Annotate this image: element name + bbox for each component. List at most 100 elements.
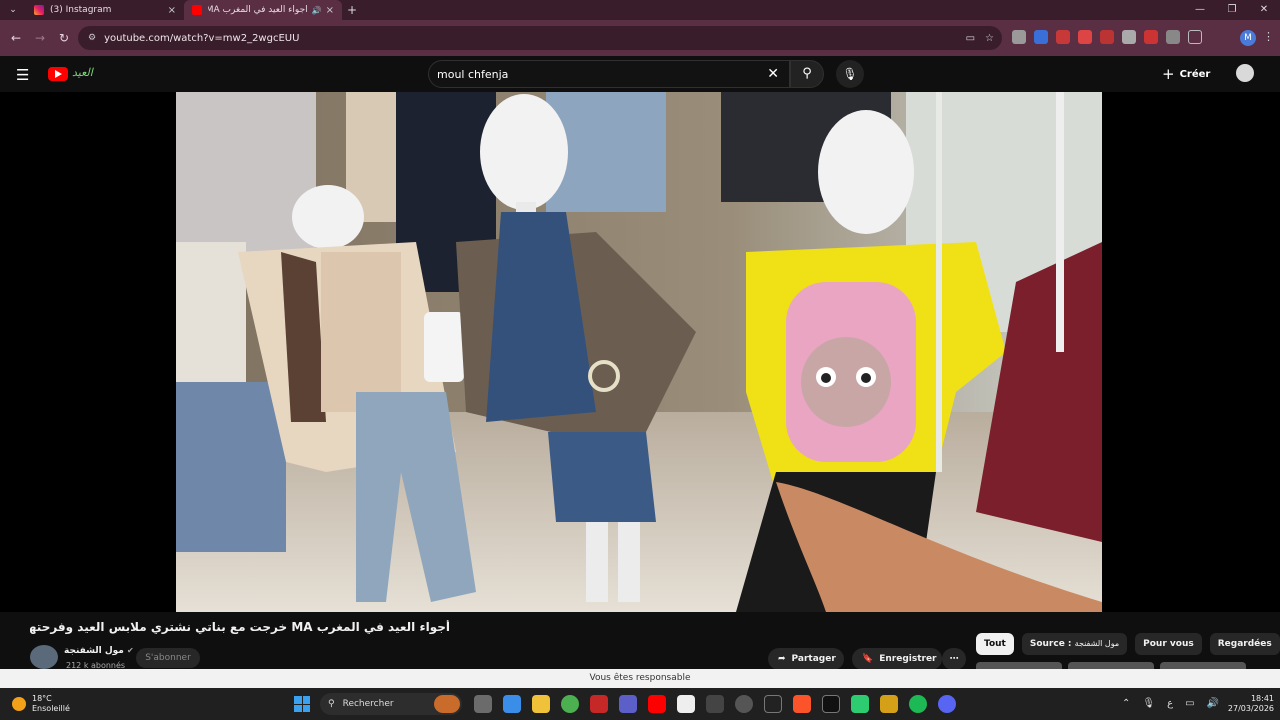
url-text: youtube.com/watch?v=mw2_2wgcEUU — [104, 32, 300, 44]
tab-title: (3) Instagram — [50, 5, 112, 15]
task-view-icon[interactable] — [474, 695, 492, 713]
chip-source-label: Source : — [1029, 639, 1075, 649]
microphone-tray-icon[interactable]: 🎙 — [1142, 698, 1155, 709]
chrome-icon[interactable] — [561, 695, 579, 713]
weather-desc: Ensoleillé — [32, 704, 70, 713]
youtube-app-icon[interactable] — [648, 695, 666, 713]
clock-time: 18:41 — [1250, 694, 1274, 703]
menu-hamburger-icon[interactable]: ☰ — [16, 66, 29, 84]
extension-icon[interactable] — [1056, 30, 1070, 44]
extensions-puzzle-icon[interactable] — [1166, 30, 1180, 44]
window-controls: — ❐ ✕ — [1184, 0, 1280, 20]
tray-chevron-icon[interactable]: ⌃ — [1122, 698, 1130, 709]
tab-youtube[interactable]: أجواء العيد في المغرب MA خ... 🔊 × — [184, 0, 342, 20]
reload-icon[interactable]: ↻ — [52, 31, 76, 45]
app-icon[interactable] — [706, 695, 724, 713]
share-icon: ➦ — [778, 654, 786, 664]
app-icon[interactable] — [880, 695, 898, 713]
save-button[interactable]: 🔖 Enregistrer — [852, 648, 942, 670]
browser-toolbar: ← → ↻ ⚙ youtube.com/watch?v=mw2_2wgcEUU … — [0, 20, 1280, 56]
extension-icon[interactable] — [1034, 30, 1048, 44]
video-frame[interactable] — [176, 92, 1102, 612]
discord-icon[interactable] — [938, 695, 956, 713]
spotify-icon[interactable] — [909, 695, 927, 713]
taskbar-apps — [474, 695, 956, 713]
video-title: أجواء العيد في المغرب MA خرجت مع بناتي ن… — [30, 620, 450, 634]
extension-icon[interactable] — [1122, 30, 1136, 44]
video-player-area[interactable] — [0, 92, 1280, 612]
verified-check-icon: ✔ — [127, 646, 134, 655]
adobe-icon[interactable] — [590, 695, 608, 713]
youtube-doodle-logo[interactable]: ﺍﻟﻌﻴﺪ — [72, 66, 93, 79]
more-actions-button[interactable]: ⋯ — [942, 648, 966, 670]
tab-close-icon[interactable]: × — [326, 5, 334, 16]
share-label: Partager — [791, 654, 836, 664]
cast-icon[interactable]: ▭ — [966, 33, 975, 44]
close-window-button[interactable]: ✕ — [1248, 0, 1280, 20]
back-arrow-icon[interactable]: ← — [4, 31, 28, 45]
chip-all[interactable]: Tout — [976, 633, 1014, 655]
chip-source[interactable]: Source : مول الشفنجة — [1021, 633, 1128, 655]
subscribe-button[interactable]: S'abonner — [136, 648, 200, 668]
address-bar[interactable]: ⚙ youtube.com/watch?v=mw2_2wgcEUU ▭ ☆ — [78, 26, 1002, 50]
windows-start-icon[interactable] — [294, 696, 310, 712]
tab-instagram[interactable]: (3) Instagram × — [26, 0, 184, 20]
new-tab-button[interactable]: + — [342, 3, 362, 17]
browser-menu-icon[interactable]: ⋮ — [1263, 30, 1274, 43]
volume-icon[interactable]: 🔊 — [1207, 698, 1219, 709]
voice-search-button[interactable]: 🎙 — [836, 60, 864, 88]
extension-icon[interactable] — [1144, 30, 1158, 44]
weather-widget[interactable]: 18°C Ensoleillé — [12, 694, 70, 714]
youtube-logo-icon[interactable] — [48, 67, 68, 81]
taskbar-clock[interactable]: 18:41 27/03/2026 — [1228, 694, 1274, 714]
extension-icon[interactable] — [1100, 30, 1114, 44]
plus-icon: + — [1162, 65, 1175, 83]
video-scene-image — [176, 92, 1102, 612]
display-icon[interactable]: ▭ — [1185, 698, 1194, 709]
taskbar-search[interactable]: ⚲ Rechercher — [320, 693, 462, 715]
tab-search-chevron-icon[interactable]: ⌄ — [0, 0, 26, 20]
extension-icon[interactable] — [1078, 30, 1092, 44]
channel-avatar[interactable] — [30, 645, 58, 669]
forward-arrow-icon[interactable]: → — [28, 31, 52, 45]
taskbar-search-label: Rechercher — [342, 699, 394, 709]
chip-for-you[interactable]: Pour vous — [1135, 633, 1202, 655]
minimize-button[interactable]: — — [1184, 0, 1216, 20]
xm-app-icon[interactable] — [764, 695, 782, 713]
browser-profile-avatar[interactable]: M — [1240, 30, 1256, 46]
related-filter-chips: Tout Source : مول الشفنجة Pour vous Rega… — [976, 633, 1280, 655]
more-dots-icon: ⋯ — [949, 654, 959, 664]
reading-list-icon[interactable] — [1188, 30, 1202, 44]
extensions-bar — [1012, 30, 1202, 44]
search-icon: ⚲ — [802, 66, 812, 81]
tradingview-icon[interactable] — [822, 695, 840, 713]
search-input[interactable]: moul chfenja ✕ — [428, 60, 790, 88]
file-explorer-icon[interactable] — [532, 695, 550, 713]
maximize-button[interactable]: ❐ — [1216, 0, 1248, 20]
app-icon[interactable] — [735, 695, 753, 713]
create-button[interactable]: + Créer — [1162, 64, 1210, 84]
tab-title: أجواء العيد في المغرب MA خ... — [208, 5, 308, 15]
channel-name: مول الشفنجة — [64, 646, 124, 656]
brave-icon[interactable] — [793, 695, 811, 713]
channel-name-row[interactable]: مول الشفنجة ✔ — [64, 646, 134, 656]
tab-close-icon[interactable]: × — [168, 5, 176, 16]
site-info-icon[interactable]: ⚙ — [88, 33, 96, 43]
copilot-icon[interactable] — [503, 695, 521, 713]
clear-search-icon[interactable]: ✕ — [767, 66, 779, 82]
bookmark-icon: 🔖 — [862, 654, 874, 664]
fn-app-icon[interactable] — [677, 695, 695, 713]
input-language-icon[interactable]: ع — [1167, 698, 1173, 709]
extension-icon[interactable] — [1012, 30, 1026, 44]
clock-date: 27/03/2026 — [1227, 704, 1274, 713]
share-button[interactable]: ➦ Partager — [768, 648, 844, 670]
app-icon[interactable] — [851, 695, 869, 713]
chip-watched[interactable]: Regardées — [1209, 633, 1280, 655]
search-button[interactable]: ⚲ — [790, 60, 824, 88]
bookmark-star-icon[interactable]: ☆ — [985, 33, 994, 44]
instagram-icon — [34, 5, 44, 15]
account-avatar[interactable] — [1236, 64, 1254, 82]
audio-playing-icon[interactable]: 🔊 — [312, 6, 322, 15]
teams-icon[interactable] — [619, 695, 637, 713]
system-tray: ⌃ 🎙 ع ▭ 🔊 — [1122, 698, 1219, 709]
